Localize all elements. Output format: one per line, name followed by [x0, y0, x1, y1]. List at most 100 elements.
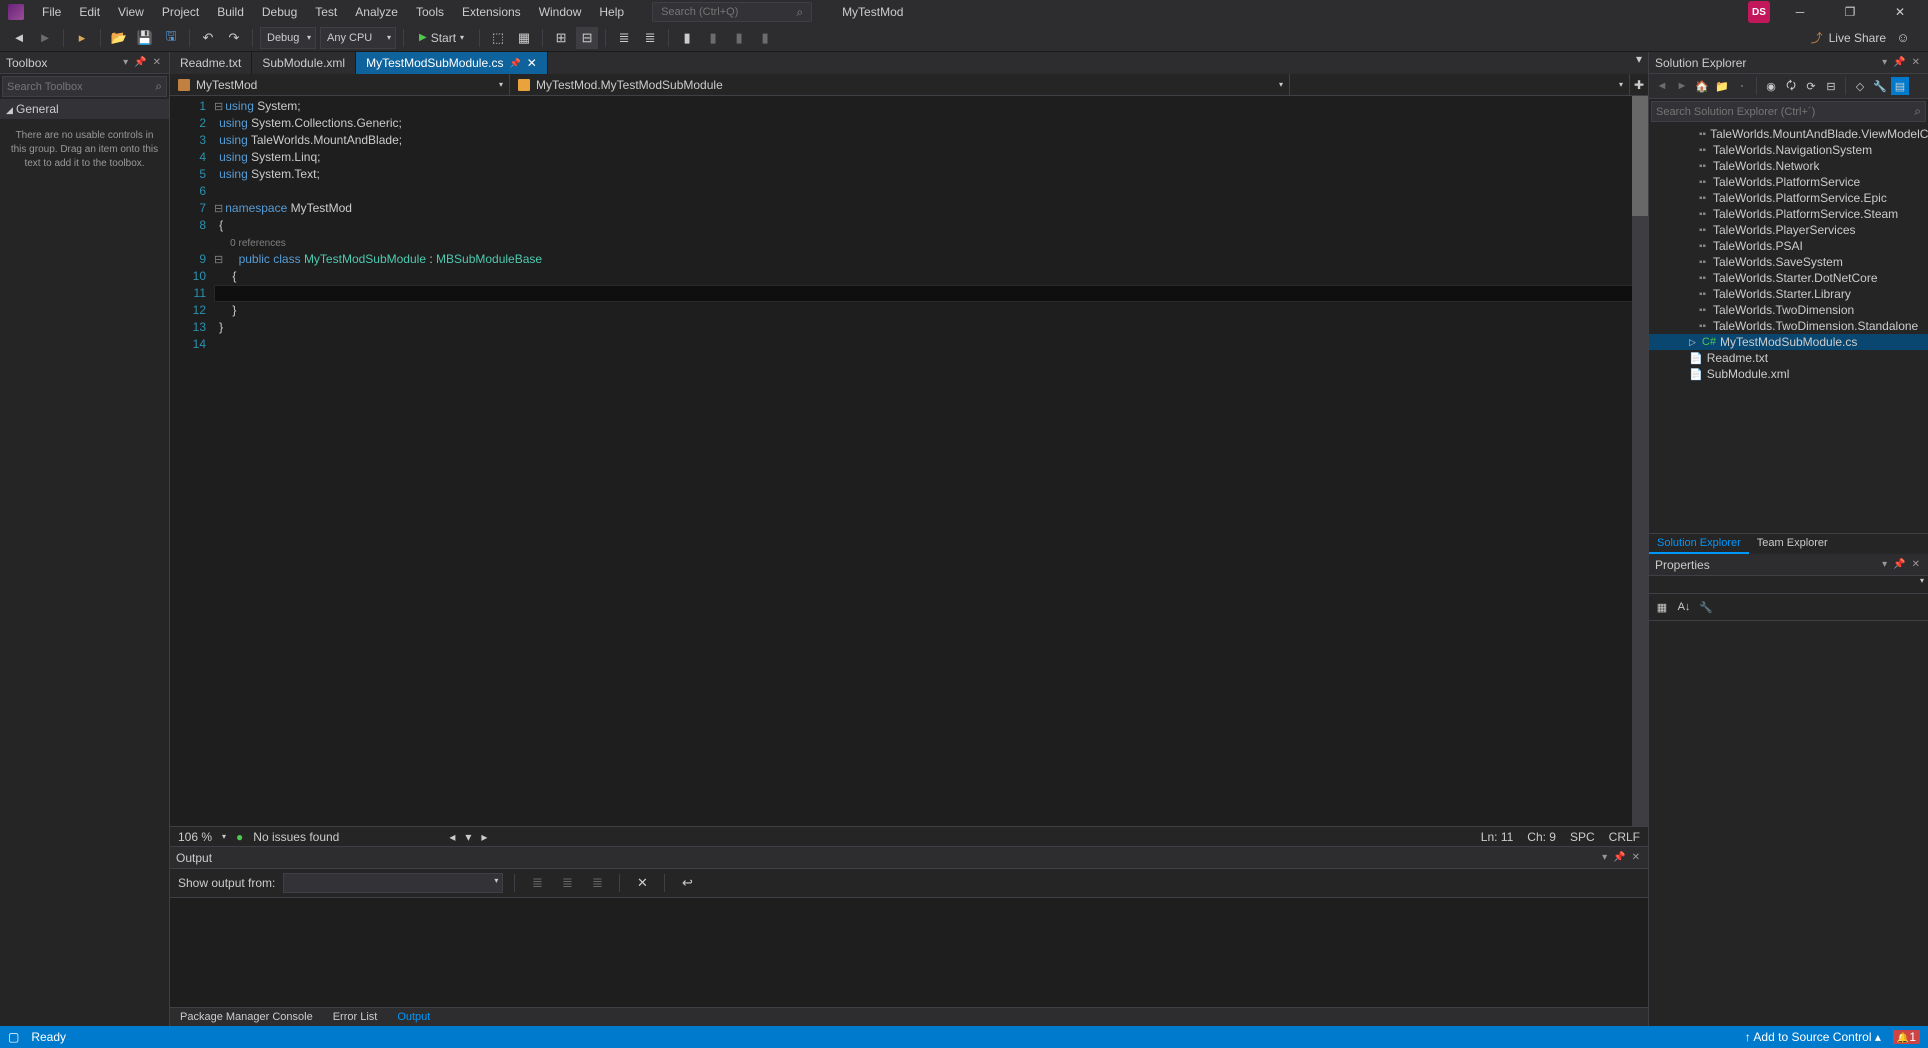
pending-icon[interactable]: ◉ — [1762, 77, 1780, 95]
save-all-icon[interactable]: 🖫 — [160, 27, 182, 49]
menu-file[interactable]: File — [34, 2, 69, 22]
home-icon[interactable]: 🏠 — [1693, 77, 1711, 95]
char-indicator[interactable]: Ch: 9 — [1527, 830, 1556, 844]
tab-mytestmodsubmodule-cs[interactable]: MyTestModSubModule.cs📌✕ — [356, 52, 548, 74]
search-input[interactable] — [661, 6, 796, 18]
tree-item[interactable]: 📄Readme.txt — [1649, 350, 1928, 366]
nav-next-icon[interactable]: ▸ — [481, 830, 487, 844]
toolbox-search-input[interactable] — [7, 81, 155, 93]
solution-search[interactable]: ⌕ — [1651, 101, 1926, 122]
zoom-level[interactable]: 106 % — [178, 830, 212, 844]
notifications-badge[interactable]: 🔔1 — [1893, 1030, 1920, 1044]
toolbox-search[interactable]: ⌕ — [2, 76, 167, 97]
nav-prev-icon[interactable]: ◂ — [449, 830, 455, 844]
properties-icon[interactable]: 🔧 — [1871, 77, 1889, 95]
menu-build[interactable]: Build — [209, 2, 252, 22]
maximize-button[interactable]: ❐ — [1830, 0, 1870, 24]
vertical-scrollbar[interactable] — [1632, 96, 1648, 826]
split-icon[interactable]: ✚ — [1630, 74, 1648, 95]
tree-item[interactable]: ▪▪TaleWorlds.TwoDimension — [1649, 302, 1928, 318]
scope-icon[interactable]: 📁 — [1713, 77, 1731, 95]
bookmark-icon[interactable]: ▮ — [728, 27, 750, 49]
platform-dropdown[interactable]: Any CPU — [320, 27, 396, 49]
categorize-icon[interactable]: ▦ — [1653, 598, 1671, 616]
tree-item[interactable]: ▪▪TaleWorlds.MountAndBlade.ViewModelColl… — [1649, 126, 1928, 142]
menu-help[interactable]: Help — [591, 2, 632, 22]
close-icon[interactable]: ✕ — [1630, 852, 1642, 863]
uncomment-icon[interactable]: ▮ — [702, 27, 724, 49]
properties-object-dropdown[interactable]: ▾ — [1649, 576, 1928, 594]
comment-icon[interactable]: ▮ — [676, 27, 698, 49]
solution-tree[interactable]: ▪▪TaleWorlds.MountAndBlade.ViewModelColl… — [1649, 124, 1928, 533]
wordwrap-icon[interactable]: ↩ — [676, 872, 698, 894]
toolbar-icon-2[interactable]: ▦ — [513, 27, 535, 49]
panel-tab-solution-explorer[interactable]: Solution Explorer — [1649, 534, 1749, 554]
menu-window[interactable]: Window — [531, 2, 590, 22]
refresh-icon[interactable]: ⟳ — [1802, 77, 1820, 95]
tree-item[interactable]: ▪▪TaleWorlds.Network — [1649, 158, 1928, 174]
dropdown-icon[interactable]: ▾ — [1600, 852, 1609, 863]
toolbar-more-icon[interactable]: ▮ — [754, 27, 776, 49]
tree-item[interactable]: ▪▪TaleWorlds.PlatformService.Epic — [1649, 190, 1928, 206]
alphabetical-icon[interactable]: A↓ — [1675, 598, 1693, 616]
dropdown-icon[interactable]: ▾ — [121, 57, 130, 68]
tree-item[interactable]: ▪▪TaleWorlds.PlayerServices — [1649, 222, 1928, 238]
undo-icon[interactable]: ↶ — [197, 27, 219, 49]
pin-icon[interactable]: 📌 — [1891, 57, 1907, 68]
forward-icon[interactable]: ► — [1673, 77, 1691, 95]
indent-icon[interactable]: ≣ — [613, 27, 635, 49]
output-icon-2[interactable]: ≣ — [556, 872, 578, 894]
nav-class-dropdown[interactable]: MyTestMod.MyTestModSubModule — [510, 74, 1290, 95]
back-icon[interactable]: ◄ — [8, 27, 30, 49]
dropdown-icon[interactable]: ▾ — [1880, 57, 1889, 68]
toolbar-icon-3[interactable]: ⊞ — [550, 27, 572, 49]
close-button[interactable]: ✕ — [1880, 0, 1920, 24]
toolbar-icon-4[interactable]: ⊟ — [576, 27, 598, 49]
pin-icon[interactable]: 📌 — [132, 57, 148, 68]
nav-project-dropdown[interactable]: MyTestMod — [170, 74, 510, 95]
bottom-tab-package-manager-console[interactable]: Package Manager Console — [170, 1008, 323, 1026]
sync-icon[interactable]: 🗘 — [1782, 77, 1800, 95]
code-editor[interactable]: 1234567891011121314 ⊟using System; using… — [170, 96, 1648, 826]
dropdown-icon[interactable]: ▾ — [1880, 559, 1889, 570]
indent-mode[interactable]: SPC — [1570, 830, 1595, 844]
start-button[interactable]: ▶ Start ▾ — [411, 29, 472, 47]
showall-icon[interactable]: ◇ — [1851, 77, 1869, 95]
tree-item[interactable]: ▷C#MyTestModSubModule.cs — [1649, 334, 1928, 350]
menu-extensions[interactable]: Extensions — [454, 2, 529, 22]
tab-submodule-xml[interactable]: SubModule.xml — [252, 52, 356, 74]
output-content[interactable] — [170, 898, 1648, 1007]
tree-item[interactable]: ▪▪TaleWorlds.PSAI — [1649, 238, 1928, 254]
save-icon[interactable]: 💾 — [134, 27, 156, 49]
tree-item[interactable]: ▪▪TaleWorlds.PlatformService — [1649, 174, 1928, 190]
properties-grid[interactable] — [1649, 621, 1928, 1026]
collapse-icon[interactable]: ⊟ — [1822, 77, 1840, 95]
open-icon[interactable]: 📂 — [108, 27, 130, 49]
clear-output-icon[interactable]: ✕ — [631, 872, 653, 894]
feedback-icon[interactable]: ☺ — [1892, 27, 1914, 49]
output-icon-3[interactable]: ≣ — [586, 872, 608, 894]
props-pages-icon[interactable]: 🔧 — [1697, 598, 1715, 616]
source-control-button[interactable]: ↑ Add to Source Control ▴ — [1745, 1030, 1881, 1044]
liveshare-button[interactable]: Live Share — [1829, 31, 1886, 45]
close-icon[interactable]: ✕ — [151, 57, 163, 68]
menu-test[interactable]: Test — [307, 2, 345, 22]
line-ending[interactable]: CRLF — [1609, 830, 1640, 844]
menu-project[interactable]: Project — [154, 2, 207, 22]
tab-readme-txt[interactable]: Readme.txt — [170, 52, 252, 74]
output-icon-1[interactable]: ≣ — [526, 872, 548, 894]
tree-item[interactable]: 📄SubModule.xml — [1649, 366, 1928, 382]
output-source-dropdown[interactable] — [283, 873, 503, 893]
nav-dropdown-icon[interactable]: ▾ — [465, 830, 471, 844]
menu-debug[interactable]: Debug — [254, 2, 305, 22]
redo-icon[interactable]: ↷ — [223, 27, 245, 49]
toolbar-icon-1[interactable]: ⬚ — [487, 27, 509, 49]
close-icon[interactable]: ✕ — [1910, 559, 1922, 570]
tree-item[interactable]: ▪▪TaleWorlds.SaveSystem — [1649, 254, 1928, 270]
new-project-icon[interactable]: ▸ — [71, 27, 93, 49]
tabs-overflow-icon[interactable]: ▾ — [1630, 52, 1648, 74]
config-dropdown[interactable]: Debug — [260, 27, 316, 49]
pin-icon[interactable]: 📌 — [1891, 559, 1907, 570]
global-search[interactable]: ⌕ — [652, 2, 812, 22]
outdent-icon[interactable]: ≣ — [639, 27, 661, 49]
